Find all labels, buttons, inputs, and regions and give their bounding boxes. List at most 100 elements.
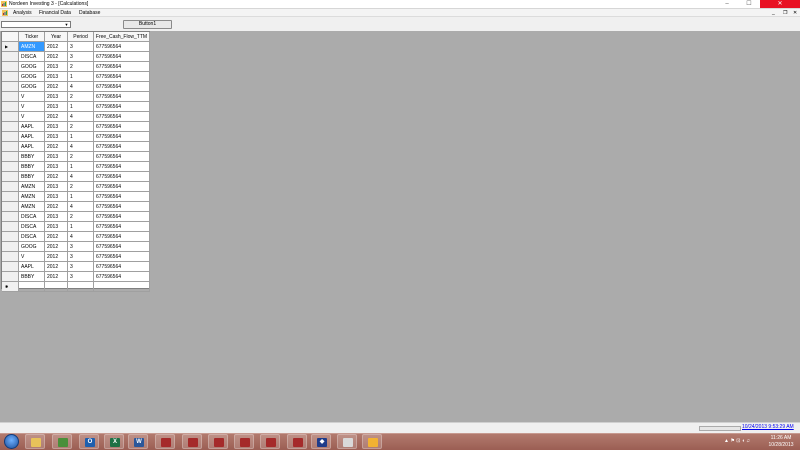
table-cell[interactable]: 2: [68, 152, 94, 162]
table-cell[interactable]: 677596564: [94, 242, 150, 252]
table-row[interactable]: GOOG 2013 1 677596564: [2, 72, 150, 82]
table-cell[interactable]: 2013: [45, 152, 68, 162]
table-cell[interactable]: 677596564: [94, 252, 150, 262]
table-cell[interactable]: BBBY: [19, 172, 45, 182]
table-cell[interactable]: 2013: [45, 132, 68, 142]
row-header[interactable]: [2, 162, 19, 172]
clock-date[interactable]: 10/28/2013: [765, 442, 797, 448]
row-header[interactable]: ▶: [2, 42, 19, 52]
row-header[interactable]: [2, 192, 19, 202]
table-cell[interactable]: 677596564: [94, 202, 150, 212]
table-cell[interactable]: V: [19, 102, 45, 112]
mdi-close-button[interactable]: ✕: [793, 9, 797, 17]
row-header[interactable]: [2, 252, 19, 262]
table-row[interactable]: DISCA 2013 1 677596564: [2, 222, 150, 232]
taskbar-button[interactable]: [234, 434, 254, 449]
table-cell[interactable]: AAPL: [19, 122, 45, 132]
row-header[interactable]: [2, 82, 19, 92]
table-cell[interactable]: DISCA: [19, 52, 45, 62]
table-cell[interactable]: 677596564: [94, 112, 150, 122]
table-cell[interactable]: 3: [68, 42, 94, 52]
table-cell[interactable]: 3: [68, 252, 94, 262]
row-header[interactable]: [2, 242, 19, 252]
row-header[interactable]: [2, 152, 19, 162]
table-row[interactable]: BBBY 2012 3 677596564: [2, 272, 150, 282]
table-cell[interactable]: [68, 282, 94, 292]
last-update-link[interactable]: 10/24/2013 9:53:29 AM: [742, 424, 794, 431]
table-cell[interactable]: 3: [68, 272, 94, 282]
table-cell[interactable]: 677596564: [94, 132, 150, 142]
table-cell[interactable]: 677596564: [94, 162, 150, 172]
row-header[interactable]: [2, 132, 19, 142]
mdi-minimize-button[interactable]: _: [772, 9, 775, 17]
table-cell[interactable]: 2: [68, 92, 94, 102]
table-cell[interactable]: AAPL: [19, 262, 45, 272]
table-row[interactable]: AAPL 2013 2 677596564: [2, 122, 150, 132]
row-header[interactable]: [2, 222, 19, 232]
row-header[interactable]: [2, 142, 19, 152]
table-row[interactable]: DISCA 2013 2 677596564: [2, 212, 150, 222]
table-cell[interactable]: 4: [68, 232, 94, 242]
grid-corner[interactable]: [2, 32, 19, 42]
table-cell[interactable]: 1: [68, 102, 94, 112]
table-cell[interactable]: 2013: [45, 92, 68, 102]
table-row[interactable]: AAPL 2012 3 677596564: [2, 262, 150, 272]
table-cell[interactable]: 2012: [45, 42, 68, 52]
table-cell[interactable]: 4: [68, 82, 94, 92]
table-row[interactable]: GOOG 2012 3 677596564: [2, 242, 150, 252]
new-row-icon[interactable]: ✱: [2, 282, 19, 292]
menu-financial-data[interactable]: Financial Data: [39, 9, 71, 17]
table-cell[interactable]: 2012: [45, 172, 68, 182]
table-row[interactable]: AAPL 2012 4 677596564: [2, 142, 150, 152]
table-cell[interactable]: 1: [68, 132, 94, 142]
mdi-child-icon[interactable]: [2, 10, 8, 16]
table-cell[interactable]: BBBY: [19, 162, 45, 172]
table-cell[interactable]: AMZN: [19, 42, 45, 52]
table-cell[interactable]: 2012: [45, 232, 68, 242]
table-cell[interactable]: 2012: [45, 262, 68, 272]
table-cell[interactable]: GOOG: [19, 72, 45, 82]
table-cell[interactable]: 4: [68, 202, 94, 212]
system-tray-icons[interactable]: ▲ ⚑ ⊡ ◖ ♫: [724, 437, 750, 445]
table-cell[interactable]: 2012: [45, 112, 68, 122]
table-cell[interactable]: 677596564: [94, 222, 150, 232]
table-cell[interactable]: 2013: [45, 162, 68, 172]
taskbar-button[interactable]: [208, 434, 228, 449]
table-cell[interactable]: V: [19, 252, 45, 262]
table-cell[interactable]: 2013: [45, 102, 68, 112]
table-cell[interactable]: 4: [68, 142, 94, 152]
table-row[interactable]: V 2012 3 677596564: [2, 252, 150, 262]
row-header[interactable]: [2, 232, 19, 242]
table-cell[interactable]: 2: [68, 122, 94, 132]
table-cell[interactable]: 677596564: [94, 152, 150, 162]
close-button[interactable]: ✕: [760, 0, 800, 8]
table-cell[interactable]: 677596564: [94, 272, 150, 282]
table-cell[interactable]: 2: [68, 212, 94, 222]
row-header[interactable]: [2, 172, 19, 182]
table-cell[interactable]: 3: [68, 242, 94, 252]
table-cell[interactable]: 2012: [45, 242, 68, 252]
table-cell[interactable]: 4: [68, 112, 94, 122]
table-row[interactable]: V 2012 4 677596564: [2, 112, 150, 122]
chevron-down-icon[interactable]: ▼: [63, 22, 70, 27]
table-cell[interactable]: 677596564: [94, 72, 150, 82]
table-cell[interactable]: 2012: [45, 272, 68, 282]
table-row[interactable]: DISCA 2012 4 677596564: [2, 232, 150, 242]
row-header[interactable]: [2, 52, 19, 62]
taskbar-button[interactable]: ◆: [311, 434, 331, 449]
table-cell[interactable]: AAPL: [19, 142, 45, 152]
table-cell[interactable]: 2013: [45, 212, 68, 222]
column-header-period[interactable]: Period: [68, 32, 94, 42]
table-cell[interactable]: [19, 282, 45, 292]
table-row[interactable]: DISCA 2012 3 677596564: [2, 52, 150, 62]
table-row[interactable]: AMZN 2013 1 677596564: [2, 192, 150, 202]
row-header[interactable]: [2, 212, 19, 222]
row-header[interactable]: [2, 112, 19, 122]
table-cell[interactable]: 677596564: [94, 82, 150, 92]
table-cell[interactable]: DISCA: [19, 232, 45, 242]
table-cell[interactable]: 677596564: [94, 62, 150, 72]
table-cell[interactable]: 677596564: [94, 52, 150, 62]
row-header[interactable]: [2, 202, 19, 212]
taskbar-button[interactable]: [260, 434, 280, 449]
table-row[interactable]: ▶ AMZN 2012 3 677596564: [2, 42, 150, 52]
